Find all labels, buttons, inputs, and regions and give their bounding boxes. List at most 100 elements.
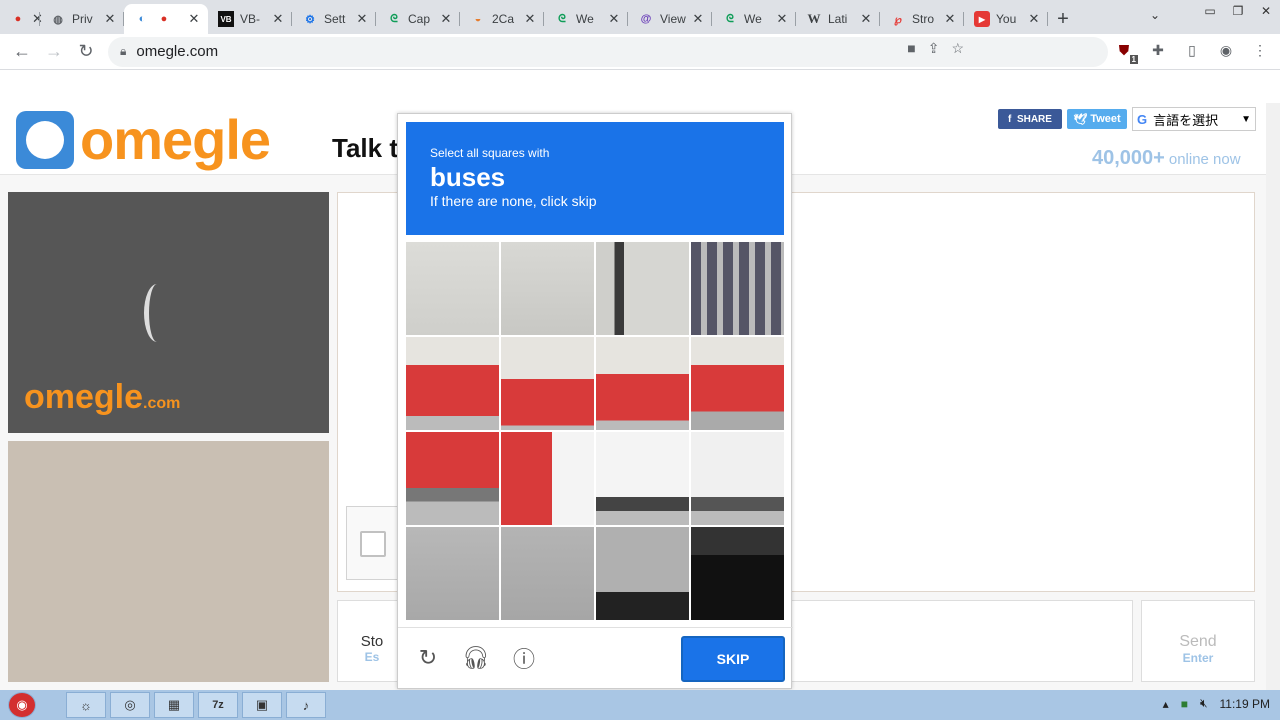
new-tab-button[interactable]: + — [1048, 4, 1078, 34]
omegle-icon: ◐ — [138, 13, 146, 25]
page-scrollbar[interactable] — [1266, 103, 1280, 690]
grid-tile[interactable] — [596, 527, 689, 620]
grid-tile[interactable] — [691, 242, 784, 335]
grid-tile[interactable] — [691, 527, 784, 620]
grid-tile[interactable] — [596, 432, 689, 525]
challenge-footer: ↻ 🎧︎ ⓘ SKIP — [398, 627, 793, 690]
network-icon[interactable]: ▣ — [242, 692, 282, 718]
online-counter: 40,000+ online now — [1092, 147, 1241, 169]
close-icon[interactable]: ✕ — [1026, 11, 1042, 27]
grid-tile[interactable] — [406, 242, 499, 335]
close-icon[interactable]: ✕ — [690, 11, 706, 27]
grid-tile[interactable] — [691, 337, 784, 430]
system-tray: ▴ ■ 🔇︎ 11:19 PM — [1163, 696, 1270, 711]
os-taskbar: ◉ ☼ ◎ ▦ 7z ▣ ♪ ▴ ■ 🔇︎ 11:19 PM — [0, 690, 1280, 720]
forward-button[interactable]: → — [38, 36, 70, 68]
chrome-icon[interactable]: ◎ — [110, 692, 150, 718]
tab-view[interactable]: @ View ✕ — [628, 4, 712, 34]
grid-tile[interactable] — [406, 337, 499, 430]
profile-avatar-icon[interactable]: ◉ — [1216, 40, 1236, 60]
tab-settings[interactable]: ⚙ Sett ✕ — [292, 4, 376, 34]
close-icon[interactable]: ✕ — [102, 11, 118, 27]
grid-tile[interactable] — [501, 337, 594, 430]
close-icon[interactable]: ✕ — [774, 11, 790, 27]
restore-icon[interactable]: ❐ — [1224, 0, 1252, 22]
omegle-logo-text: omegle — [80, 108, 271, 171]
record-icon: ● — [160, 13, 168, 25]
tab-priv[interactable]: ◍ Priv ✕ — [40, 4, 124, 34]
grid-tile[interactable] — [406, 432, 499, 525]
grid-tile[interactable] — [596, 337, 689, 430]
close-window-icon[interactable]: ✕ — [1252, 0, 1280, 22]
7zip-icon[interactable]: 7z — [198, 692, 238, 718]
omegle-watermark: omegle.com — [24, 378, 181, 416]
grid-tile[interactable] — [406, 527, 499, 620]
menu-kebab-icon[interactable]: ⋮ — [1250, 40, 1270, 60]
close-icon[interactable]: ✕ — [942, 11, 958, 27]
camera-icon[interactable]: ■ — [907, 40, 915, 57]
tab-stro[interactable]: ℘ Stro ✕ — [880, 4, 964, 34]
grid-tile[interactable] — [691, 432, 784, 525]
clock[interactable]: 11:19 PM — [1220, 697, 1270, 711]
tab-wikipedia[interactable]: W Lati ✕ — [796, 4, 880, 34]
tab-we-2[interactable]: ᘓ We ✕ — [712, 4, 796, 34]
volume-muted-icon[interactable]: 🔇︎ — [1200, 696, 1208, 711]
close-icon[interactable]: ✕ — [438, 11, 454, 27]
ublock-extension-icon[interactable]: ⛊ 1 — [1114, 40, 1138, 64]
tray-expand-icon[interactable]: ▴ — [1163, 697, 1169, 711]
youtube-icon: ▶ — [974, 11, 990, 27]
tab-youtube[interactable]: ▶ You ✕ — [964, 4, 1048, 34]
extension-area: ⛊ 1 ✚ ▯ ◉ ⋮ — [1114, 40, 1270, 64]
omnibox-actions: ■ ⇪ ☆ — [907, 40, 964, 57]
skip-button[interactable]: SKIP — [681, 636, 785, 682]
tab-strip: ● ✕ ◍ Priv ✕ ◐ ● ✕ VB VB- ✕ ⚙ Sett ✕ ᘓ C… — [0, 0, 1280, 34]
challenge-header: Select all squares with buses If there a… — [406, 122, 784, 235]
tab-cap[interactable]: ᘓ Cap ✕ — [376, 4, 460, 34]
reload-challenge-icon[interactable]: ↻ — [414, 644, 442, 672]
loading-spinner-icon — [144, 284, 170, 342]
send-button[interactable]: Send Enter — [1141, 600, 1255, 682]
info-icon[interactable]: ⓘ — [510, 644, 538, 672]
reload-button[interactable]: ↻ — [70, 36, 102, 68]
close-icon[interactable]: ✕ — [522, 11, 538, 27]
grid-tile[interactable] — [501, 242, 594, 335]
facebook-share-button[interactable]: f SHARE — [998, 109, 1062, 129]
share-icon[interactable]: ⇪ — [928, 40, 940, 57]
bookmark-star-icon[interactable]: ☆ — [951, 40, 964, 57]
side-panel-icon[interactable]: ▯ — [1182, 40, 1202, 60]
chat-message-input[interactable] — [790, 600, 1133, 682]
tab-omegle[interactable]: ◐ ● ✕ — [124, 4, 208, 34]
tab-vb[interactable]: VB VB- ✕ — [208, 4, 292, 34]
back-button[interactable]: ← — [6, 36, 38, 68]
tab-recording[interactable]: ● ✕ — [0, 4, 43, 34]
grid-tile[interactable] — [501, 527, 594, 620]
stranger-video: omegle.com — [8, 192, 329, 433]
tab-we-1[interactable]: ᘓ We ✕ — [544, 4, 628, 34]
app-icon[interactable]: ▦ — [154, 692, 194, 718]
close-icon[interactable]: ✕ — [354, 11, 370, 27]
vb-icon: VB — [218, 11, 234, 27]
audio-app-icon[interactable]: ♪ — [286, 692, 326, 718]
grid-tile[interactable] — [501, 432, 594, 525]
tagline: Talk t — [332, 133, 398, 163]
audio-challenge-icon[interactable]: 🎧︎ — [462, 644, 490, 672]
close-icon[interactable]: ✕ — [186, 11, 202, 27]
close-icon[interactable]: ✕ — [606, 11, 622, 27]
close-icon[interactable]: ✕ — [858, 11, 874, 27]
file-explorer-icon[interactable]: ☼ — [66, 692, 106, 718]
spiral-icon: ᘓ — [390, 12, 398, 25]
dropdown-arrow-icon: ▼ — [1241, 113, 1251, 125]
minimize-icon[interactable]: ▭ — [1196, 0, 1224, 22]
recaptcha-checkbox[interactable] — [360, 531, 386, 557]
tweet-button[interactable]: 🕊︎ Tweet — [1067, 109, 1127, 129]
close-icon[interactable]: ✕ — [270, 11, 286, 27]
google-translate-select[interactable]: G 言語を選択 ▼ — [1132, 107, 1256, 131]
tab-2captcha[interactable]: ◒ 2Ca ✕ — [460, 4, 544, 34]
grid-tile[interactable] — [596, 242, 689, 335]
tab-search-chevron-icon[interactable]: ⌄ — [1150, 8, 1160, 22]
extension-badge: 1 — [1129, 55, 1138, 64]
challenge-image-grid — [406, 242, 784, 620]
battery-icon[interactable]: ■ — [1181, 697, 1188, 711]
extensions-puzzle-icon[interactable]: ✚ — [1148, 40, 1168, 60]
start-button-icon[interactable]: ◉ — [8, 692, 36, 718]
